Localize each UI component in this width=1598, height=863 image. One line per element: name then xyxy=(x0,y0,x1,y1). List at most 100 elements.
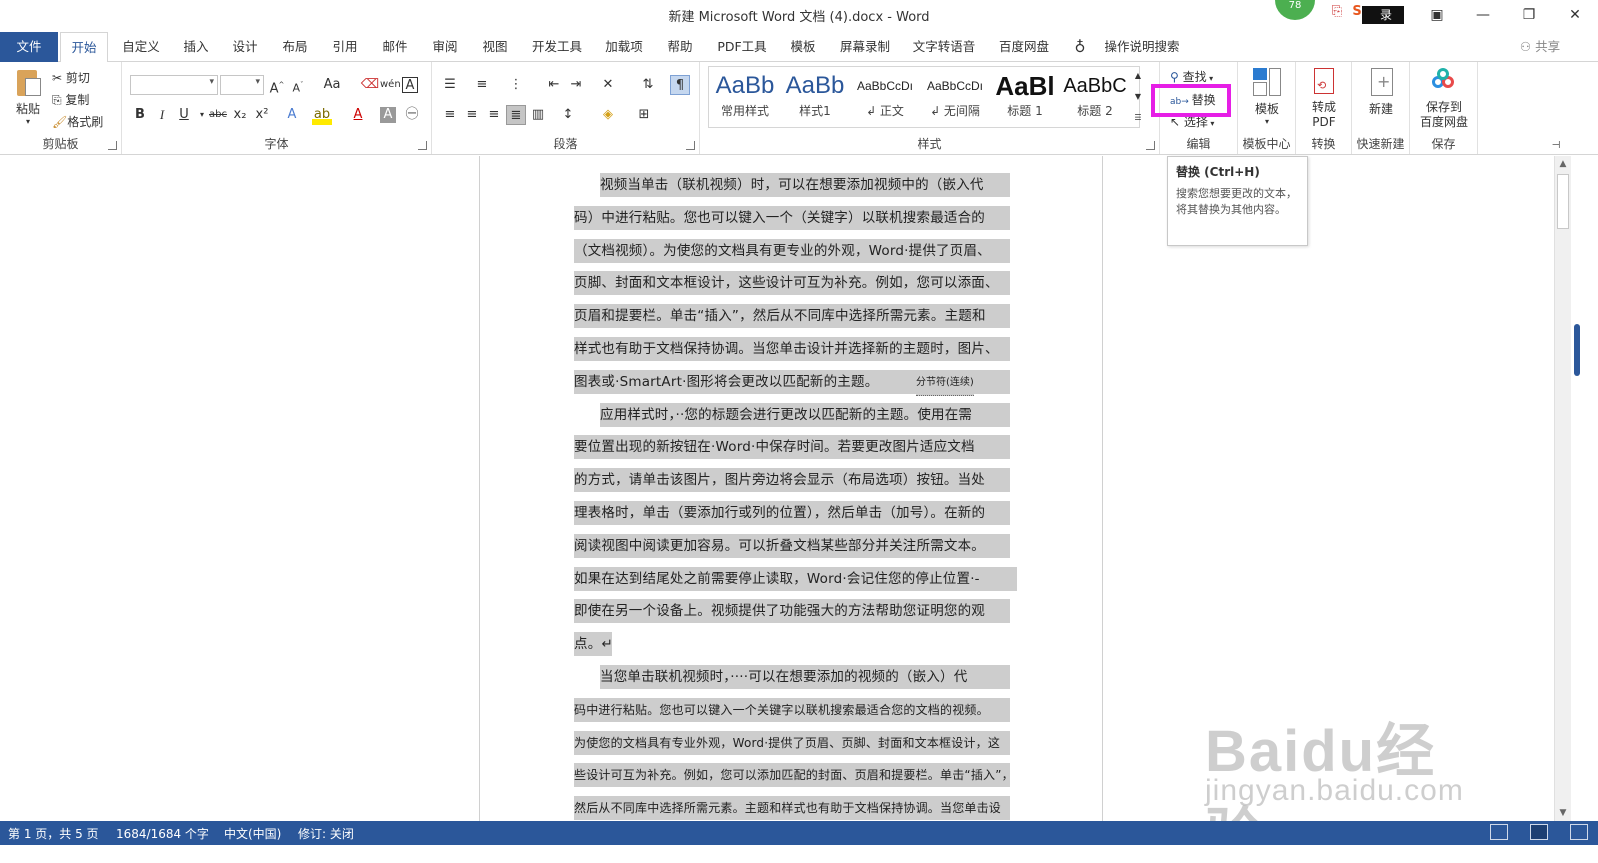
group-paragraph: ☰ ≡ ⋮ ⇤ ⇥ ✕ ⇅ ¶ ≡ ≡ ≡ ≣ ▥ ↕ ◈ ⊞ 段落 xyxy=(432,62,700,154)
justify-icon[interactable]: ≣ xyxy=(506,105,526,125)
font-name-dropdown[interactable] xyxy=(130,75,218,95)
template-button[interactable]: 模板 ▾ xyxy=(1242,66,1292,126)
gallery-down-icon[interactable]: ▼ xyxy=(1131,87,1145,107)
text-effects-icon[interactable]: A xyxy=(282,105,302,125)
print-layout-icon[interactable] xyxy=(1530,824,1548,840)
gallery-up-icon[interactable]: ▲ xyxy=(1131,66,1145,86)
tab-view[interactable]: 视图 xyxy=(475,32,515,62)
scroll-down-icon[interactable]: ▼ xyxy=(1555,805,1571,821)
paste-button[interactable]: 粘贴 ▾ xyxy=(8,66,48,126)
tab-baidu-pan[interactable]: 百度网盘 xyxy=(992,32,1056,62)
bullets-icon[interactable]: ☰ xyxy=(440,75,460,95)
superscript-button[interactable]: x² xyxy=(252,105,272,125)
pdf-icon[interactable]: ⎘ xyxy=(1328,4,1346,22)
tab-review[interactable]: 审阅 xyxy=(425,32,465,62)
read-mode-icon[interactable] xyxy=(1490,824,1508,840)
distributed-icon[interactable]: ▥ xyxy=(528,105,548,125)
grow-font-icon[interactable]: A^ xyxy=(267,75,287,96)
tab-addins[interactable]: 加载项 xyxy=(598,32,650,62)
tab-custom[interactable]: 自定义 xyxy=(114,32,168,62)
clipboard-launcher-icon[interactable] xyxy=(108,141,117,150)
new-doc-button[interactable]: + 新建 xyxy=(1356,66,1406,117)
vertical-scrollbar[interactable]: ▲ ▼ xyxy=(1554,156,1571,821)
styles-launcher-icon[interactable] xyxy=(1146,141,1155,150)
shading-icon[interactable]: ◈ xyxy=(598,105,618,125)
style-heading2[interactable]: AaBbC 标题 2 xyxy=(1060,70,1130,126)
tab-file[interactable]: 文件 xyxy=(0,32,58,62)
document-line: 点。↵ xyxy=(574,632,612,657)
strikethrough-button[interactable]: abc xyxy=(206,105,230,125)
page-count[interactable]: 第 1 页，共 5 页 xyxy=(8,825,99,842)
scroll-up-icon[interactable]: ▲ xyxy=(1555,156,1571,172)
cut-button[interactable]: ✂ 剪切 xyxy=(52,68,90,88)
align-left-icon[interactable]: ≡ xyxy=(440,105,460,125)
style-no-spacing[interactable]: AaBbCcDı ↲ 无间隔 xyxy=(920,70,990,126)
multilevel-list-icon[interactable]: ⋮ xyxy=(506,75,526,95)
chinese-layout-icon[interactable]: ✕ xyxy=(598,75,618,95)
font-color-icon[interactable]: A xyxy=(348,105,368,125)
format-painter-button[interactable]: 🖌格式刷 xyxy=(52,112,103,132)
tab-developer[interactable]: 开发工具 xyxy=(526,32,588,62)
line-spacing-icon[interactable]: ↕ xyxy=(558,105,578,125)
align-right-icon[interactable]: ≡ xyxy=(484,105,504,125)
show-marks-icon[interactable]: ¶ xyxy=(670,75,690,95)
font-launcher-icon[interactable] xyxy=(418,141,427,150)
to-pdf-button[interactable]: ⟲ 转成 PDF xyxy=(1300,66,1348,130)
underline-button[interactable]: U xyxy=(174,105,194,125)
enclose-char-icon[interactable]: ㊀ xyxy=(402,105,422,125)
tab-insert[interactable]: 插入 xyxy=(176,32,216,62)
login-label[interactable]: 录 xyxy=(1362,6,1404,24)
tab-pdf-tools[interactable]: PDF工具 xyxy=(710,32,774,62)
language[interactable]: 中文(中国) xyxy=(224,825,281,842)
shrink-font-icon[interactable]: Aˇ xyxy=(288,75,308,95)
style-heading1[interactable]: AaBl 标题 1 xyxy=(990,70,1060,126)
tab-layout[interactable]: 布局 xyxy=(275,32,315,62)
increase-indent-icon[interactable]: ⇥ xyxy=(566,75,586,95)
document-page[interactable]: 视频当单击（联机视频）时，可以在想要添加视频中的（嵌入代 码）中进行粘贴。您也可以… xyxy=(479,156,1103,821)
track-changes[interactable]: 修订: 关闭 xyxy=(298,825,354,842)
word-count[interactable]: 1684/1684 个字 xyxy=(116,825,209,842)
scroll-thumb[interactable] xyxy=(1557,174,1569,229)
document-line: 页脚、封面和文本框设计，这些设计可互为补充。例如，您可以添面、 xyxy=(574,271,1010,296)
close-button[interactable]: ✕ xyxy=(1552,0,1598,30)
tell-me-search[interactable]: 操作说明搜索 xyxy=(1094,32,1190,62)
tab-design[interactable]: 设计 xyxy=(225,32,265,62)
tab-tts[interactable]: 文字转语音 xyxy=(906,32,982,62)
char-shading-icon[interactable]: A xyxy=(380,107,396,123)
tab-help[interactable]: 帮助 xyxy=(660,32,700,62)
highlight-color-icon[interactable]: ab xyxy=(312,105,332,125)
align-center-icon[interactable]: ≡ xyxy=(462,105,482,125)
style-style1[interactable]: AaBb 样式1 xyxy=(780,70,850,126)
tab-home[interactable]: 开始 xyxy=(60,32,108,63)
paragraph-launcher-icon[interactable] xyxy=(686,141,695,150)
side-handle[interactable] xyxy=(1574,324,1580,376)
style-common[interactable]: AaBb 常用样式 xyxy=(710,70,780,126)
minimize-button[interactable]: — xyxy=(1460,0,1506,30)
tab-references[interactable]: 引用 xyxy=(325,32,365,62)
gallery-more-icon[interactable]: ☰ xyxy=(1131,108,1145,128)
style-normal[interactable]: AaBbCcDı ↲ 正文 xyxy=(850,70,920,126)
tab-mailings[interactable]: 邮件 xyxy=(375,32,415,62)
tab-screen-record[interactable]: 屏幕录制 xyxy=(833,32,897,62)
web-layout-icon[interactable] xyxy=(1570,824,1588,840)
clear-formatting-icon[interactable]: ⌫ xyxy=(360,75,380,95)
restore-button[interactable]: ❐ xyxy=(1506,0,1552,30)
phonetic-guide-icon[interactable]: wén xyxy=(380,75,401,95)
subscript-button[interactable]: x₂ xyxy=(230,105,250,125)
brush-icon: 🖌 xyxy=(52,115,68,129)
tab-template[interactable]: 模板 xyxy=(783,32,823,62)
borders-icon[interactable]: ⊞ xyxy=(634,105,654,125)
font-size-dropdown[interactable] xyxy=(220,75,264,95)
decrease-indent-icon[interactable]: ⇤ xyxy=(544,75,564,95)
ribbon-display-options-icon[interactable]: ▣ xyxy=(1414,0,1460,30)
change-case-icon[interactable]: Aa xyxy=(318,75,346,95)
sort-icon[interactable]: ⇅ xyxy=(638,75,658,95)
numbering-icon[interactable]: ≡ xyxy=(472,75,492,95)
char-border-icon[interactable]: A xyxy=(402,77,418,93)
collapse-ribbon-icon[interactable]: ⊣ xyxy=(1546,136,1566,156)
copy-button[interactable]: ⎘ 复制 xyxy=(52,90,89,110)
bold-button[interactable]: B xyxy=(130,105,150,125)
share-button[interactable]: ⚇ 共享 xyxy=(1510,32,1570,62)
save-to-baidu-button[interactable]: 保存到 百度网盘 xyxy=(1414,66,1474,130)
italic-button[interactable]: I xyxy=(152,105,172,125)
